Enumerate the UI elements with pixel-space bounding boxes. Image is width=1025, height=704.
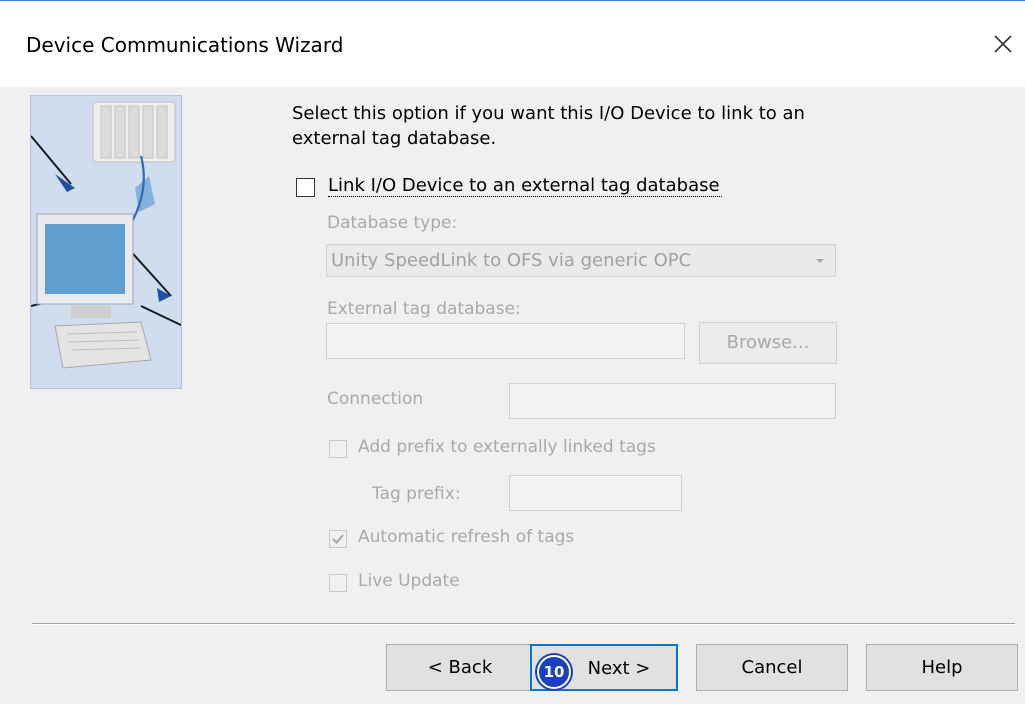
auto-refresh-label[interactable]: Automatic refresh of tags <box>358 527 574 547</box>
back-button[interactable]: < Back <box>386 644 534 691</box>
auto-refresh-checkbox[interactable] <box>329 530 347 548</box>
live-update-label[interactable]: Live Update <box>358 571 460 591</box>
external-db-field[interactable] <box>326 323 685 359</box>
help-button[interactable]: Help <box>866 644 1018 691</box>
chevron-down-icon <box>810 252 829 270</box>
wizard-window: Device Communications Wizard Select this… <box>0 0 1025 704</box>
tag-prefix-label: Tag prefix: <box>372 484 461 504</box>
connection-field[interactable] <box>509 383 836 419</box>
window-title: Device Communications Wizard <box>26 33 344 57</box>
cancel-button[interactable]: Cancel <box>696 644 848 691</box>
separator <box>32 623 1015 625</box>
title-bar: Device Communications Wizard <box>0 1 1025 87</box>
checkmark-icon <box>332 534 344 544</box>
close-icon[interactable] <box>984 25 1022 63</box>
external-db-label: External tag database: <box>327 299 521 319</box>
prefix-checkbox-label[interactable]: Add prefix to externally linked tags <box>358 437 656 457</box>
description-text: Select this option if you want this I/O … <box>292 103 805 149</box>
link-checkbox-label[interactable]: Link I/O Device to an external tag datab… <box>328 175 722 197</box>
prefix-checkbox[interactable] <box>329 440 347 458</box>
step-badge: 10 <box>537 655 571 689</box>
link-checkbox[interactable] <box>296 178 315 197</box>
tag-prefix-field[interactable] <box>509 475 682 511</box>
device-network-illustration <box>30 95 182 389</box>
browse-button[interactable]: Browse... <box>699 322 837 364</box>
database-type-select[interactable]: Unity SpeedLink to OFS via generic OPC <box>326 244 836 277</box>
database-type-label: Database type: <box>327 213 458 233</box>
database-type-value: Unity SpeedLink to OFS via generic OPC <box>331 250 692 271</box>
connection-label: Connection <box>327 389 424 409</box>
live-update-checkbox[interactable] <box>329 574 347 592</box>
